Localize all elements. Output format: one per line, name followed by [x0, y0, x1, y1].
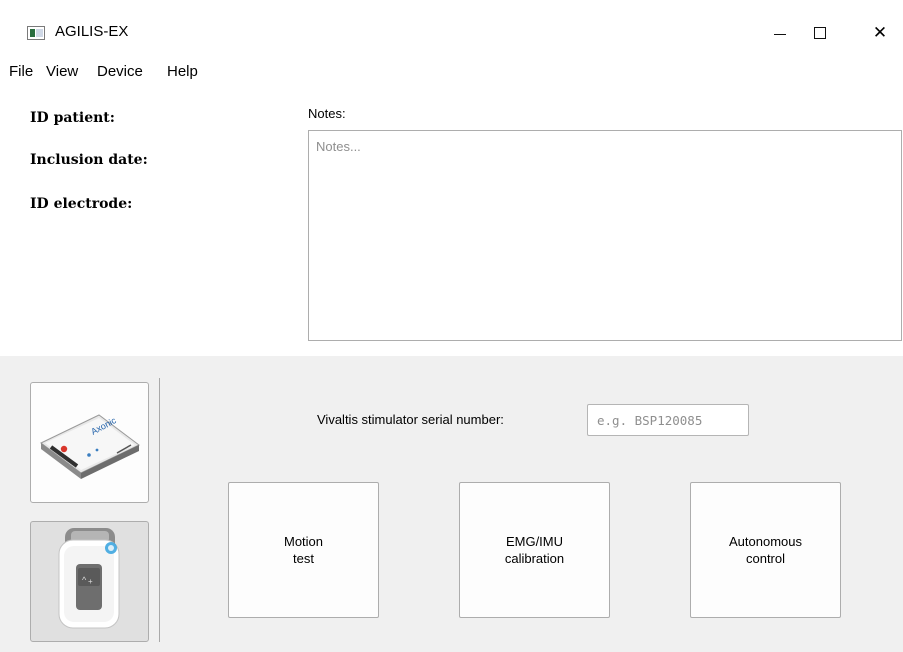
serial-number-label: Vivaltis stimulator serial number: [317, 412, 504, 427]
svg-text:+: + [88, 577, 93, 586]
notes-label: Notes: [308, 106, 346, 121]
id-electrode-label: ID electrode: [30, 196, 133, 212]
maximize-icon [814, 27, 826, 39]
serial-number-input[interactable] [587, 404, 749, 436]
window-title: AGILIS-EX [55, 23, 129, 40]
close-button[interactable]: ✕ [857, 16, 903, 50]
menu-device[interactable]: Device [97, 63, 143, 80]
minimize-icon [774, 33, 786, 35]
menu-view[interactable]: View [46, 63, 78, 80]
vivaltis-device-image: ^ + [58, 528, 120, 629]
inclusion-date-label: Inclusion date: [30, 152, 148, 168]
menu-file[interactable]: File [9, 63, 33, 80]
notes-textarea[interactable] [308, 130, 902, 341]
menu-bar: File View Device Help [0, 60, 903, 86]
menu-help[interactable]: Help [167, 63, 198, 80]
vertical-separator [159, 378, 160, 642]
maximize-button[interactable] [797, 16, 843, 50]
id-patient-label: ID patient: [30, 110, 115, 126]
motion-test-button[interactable]: Motion test [228, 482, 379, 618]
vivaltis-device-button[interactable]: ^ + [30, 521, 149, 642]
axonic-device-image: Axonic [40, 414, 140, 479]
autonomous-control-button[interactable]: Autonomous control [690, 482, 841, 618]
emg-imu-calibration-button[interactable]: EMG/IMU calibration [459, 482, 610, 618]
axonic-device-button[interactable]: Axonic [30, 382, 149, 503]
app-window-icon [27, 26, 45, 40]
title-bar: AGILIS-EX ✕ [0, 0, 903, 60]
close-icon: ✕ [872, 23, 888, 43]
